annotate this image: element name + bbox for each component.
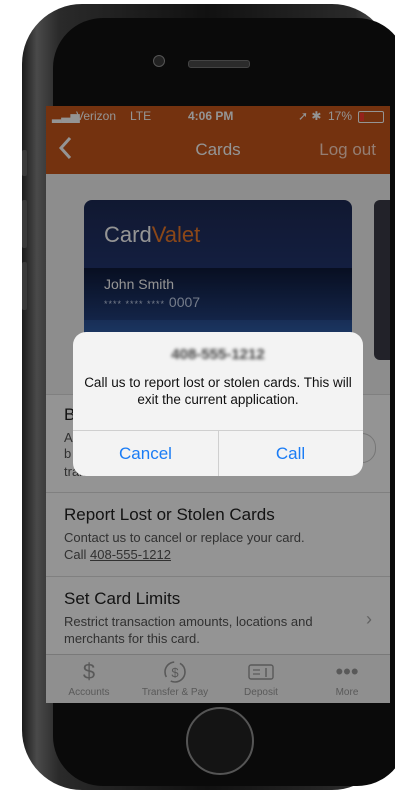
- home-button[interactable]: [186, 707, 254, 775]
- front-camera: [153, 55, 165, 67]
- cancel-button[interactable]: Cancel: [73, 431, 218, 476]
- volume-up-button: [22, 200, 27, 248]
- alert-title-phone: 408-555-1212: [171, 346, 265, 363]
- volume-down-button: [22, 262, 27, 310]
- call-alert-dialog: 408-555-1212 Call us to report lost or s…: [73, 332, 363, 476]
- earpiece-speaker: [188, 60, 250, 68]
- mute-switch: [22, 150, 27, 176]
- call-button[interactable]: Call: [218, 431, 363, 476]
- alert-message: Call us to report lost or stolen cards. …: [84, 375, 352, 407]
- alert-button-row: Cancel Call: [73, 430, 363, 476]
- app-screen: ▂▃▅ Verizon LTE 4:06 PM ➚ ✱ 17% Cards Lo…: [46, 106, 390, 703]
